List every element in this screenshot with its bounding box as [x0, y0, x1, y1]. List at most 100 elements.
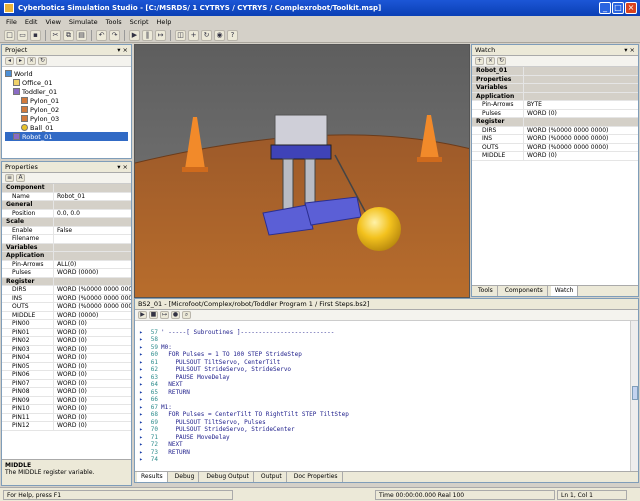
grid-row[interactable]: Application: [2, 252, 131, 261]
delete-icon[interactable]: ×: [27, 57, 36, 65]
grid-row[interactable]: PIN05 WORD (0): [2, 362, 131, 371]
code-line[interactable]: ▸ 58: [135, 336, 630, 344]
tree-item[interactable]: Office_01: [5, 78, 128, 87]
rotate-icon[interactable]: ↻: [201, 29, 212, 41]
grid-row[interactable]: Properties: [472, 75, 638, 84]
grid-row[interactable]: Robot_01: [472, 67, 638, 76]
code-line[interactable]: ▸ 62 PULSOUT StrideServo, StrideServo: [135, 366, 630, 374]
code-line[interactable]: ▸ 67 M1:: [135, 404, 630, 412]
code-line[interactable]: ▸ 57 ' -----[ Subroutines ]---------------…: [135, 329, 630, 337]
redo-icon[interactable]: ↷: [109, 29, 120, 41]
tab-components[interactable]: Components: [501, 286, 548, 296]
grid-row[interactable]: PIN09 WORD (0): [2, 396, 131, 405]
grid-row[interactable]: Variables: [472, 84, 638, 93]
tree-item[interactable]: Ball_01: [5, 123, 128, 132]
tree-item[interactable]: Pylon_01: [5, 96, 128, 105]
grid-row[interactable]: MIDDLE WORD (0): [472, 152, 638, 161]
camera-icon[interactable]: ◉: [214, 29, 225, 41]
code-line[interactable]: ▸ 66: [135, 396, 630, 404]
code-line[interactable]: ▸ 59 M0:: [135, 344, 630, 352]
grid-row[interactable]: PIN10 WORD (0): [2, 405, 131, 414]
paste-icon[interactable]: ▤: [76, 29, 87, 41]
grid-row[interactable]: Position 0.0, 0.0: [2, 209, 131, 218]
simulation-viewport[interactable]: [134, 44, 470, 298]
help-icon[interactable]: ?: [227, 29, 238, 41]
tab-results[interactable]: Results: [137, 472, 168, 482]
grid-row[interactable]: General: [2, 201, 131, 210]
menu-help[interactable]: Help: [157, 18, 172, 26]
code-line[interactable]: ▸ 68 FOR Pulses = CenterTilt TO RightTilt…: [135, 411, 630, 419]
grid-row[interactable]: PIN01 WORD (0): [2, 328, 131, 337]
grid-row[interactable]: Component: [2, 184, 131, 193]
menu-simulate[interactable]: Simulate: [69, 18, 98, 26]
undo-icon[interactable]: ↶: [96, 29, 107, 41]
tree-item[interactable]: World: [5, 69, 128, 78]
code-line[interactable]: ▸ 64 NEXT: [135, 381, 630, 389]
grid-row[interactable]: PIN07 WORD (0): [2, 379, 131, 388]
add-watch-icon[interactable]: +: [475, 57, 484, 65]
menu-script[interactable]: Script: [130, 18, 149, 26]
grid-row[interactable]: INS WORD (%0000 0000 0000): [472, 135, 638, 144]
grid-row[interactable]: DIRS WORD (%0000 0000 0000): [472, 126, 638, 135]
grid-row[interactable]: Pulses WORD (0): [472, 109, 638, 118]
minimize-button[interactable]: _: [599, 2, 611, 14]
run-script-icon[interactable]: ▶: [138, 311, 147, 319]
grid-row[interactable]: Variables: [2, 243, 131, 252]
grid-row[interactable]: OUTS WORD (%0000 0000 0000): [472, 143, 638, 152]
open-icon[interactable]: ▭: [17, 29, 28, 41]
categorized-icon[interactable]: ≡: [5, 174, 14, 182]
code-line[interactable]: ▸ 70 PULSOUT StrideServo, StrideCenter: [135, 426, 630, 434]
grid-row[interactable]: Pulses WORD (0000): [2, 269, 131, 278]
code-line[interactable]: ▸ 74: [135, 456, 630, 464]
forward-icon[interactable]: ▸: [16, 57, 25, 65]
grid-row[interactable]: DIRS WORD (%0000 0000 0000): [2, 286, 131, 295]
code-line[interactable]: ▸ 73 RETURN: [135, 449, 630, 457]
code-line[interactable]: ▸ 65 RETURN: [135, 389, 630, 397]
grid-row[interactable]: PIN08 WORD (0): [2, 388, 131, 397]
tab-doc-properties[interactable]: Doc Properties: [290, 472, 343, 482]
step-icon[interactable]: ↦: [155, 29, 166, 41]
tree-item[interactable]: Pylon_02: [5, 105, 128, 114]
copy-icon[interactable]: ⧉: [63, 29, 74, 41]
code-line[interactable]: [135, 321, 630, 329]
menu-file[interactable]: File: [6, 18, 17, 26]
grid-row[interactable]: OUTS WORD (%0000 0000 0000): [2, 303, 131, 312]
cut-icon[interactable]: ✂: [50, 29, 61, 41]
alphabetical-icon[interactable]: A: [16, 174, 25, 182]
grid-row[interactable]: PIN06 WORD (0): [2, 371, 131, 380]
code-line[interactable]: ▸ 69 PULSOUT TiltServo, Pulses: [135, 419, 630, 427]
stop-icon[interactable]: ■: [149, 311, 158, 319]
remove-watch-icon[interactable]: ×: [486, 57, 495, 65]
save-icon[interactable]: ▪: [30, 29, 41, 41]
grid-row[interactable]: Pin-Arrows ALL(0): [2, 260, 131, 269]
grid-row[interactable]: PIN11 WORD (0): [2, 413, 131, 422]
run-icon[interactable]: ▶: [129, 29, 140, 41]
code-line[interactable]: ▸ 63 PAUSE MoveDelay: [135, 374, 630, 382]
grid-row[interactable]: Application: [472, 92, 638, 101]
refresh-icon[interactable]: ↻: [497, 57, 506, 65]
code-area[interactable]: ▸ 57 ' -----[ Subroutines ]---------------…: [135, 321, 630, 471]
tree-item[interactable]: Robot_01: [5, 132, 128, 141]
grid-row[interactable]: Register: [472, 118, 638, 127]
code-line[interactable]: ▸ 61 PULSOUT TiltServo, CenterTilt: [135, 359, 630, 367]
grid-row[interactable]: Filename: [2, 235, 131, 244]
refresh-icon[interactable]: ↻: [38, 57, 47, 65]
grid-row[interactable]: MIDDLE WORD (0000): [2, 311, 131, 320]
zoom-icon[interactable]: +: [188, 29, 199, 41]
code-line[interactable]: ▸ 71 PAUSE MoveDelay: [135, 434, 630, 442]
pin-icon[interactable]: ▾ ×: [117, 45, 128, 55]
grid-row[interactable]: INS WORD (%0000 0000 0000): [2, 294, 131, 303]
tab-output[interactable]: Output: [257, 472, 287, 482]
grid-row[interactable]: PIN00 WORD (0): [2, 320, 131, 329]
scrollbar-thumb[interactable]: [632, 386, 638, 400]
grid-row[interactable]: Register: [2, 277, 131, 286]
pin-icon[interactable]: ▾ ×: [117, 162, 128, 172]
grid-row[interactable]: Enable False: [2, 226, 131, 235]
menu-view[interactable]: View: [45, 18, 60, 26]
code-line[interactable]: ▸ 60 FOR Pulses = 1 TO 100 STEP StrideSte…: [135, 351, 630, 359]
tab-debug[interactable]: Debug: [171, 472, 200, 482]
tab-watch[interactable]: Watch: [550, 286, 579, 296]
code-line[interactable]: ▸ 72 NEXT: [135, 441, 630, 449]
view-icon[interactable]: ◫: [175, 29, 186, 41]
close-button[interactable]: ×: [625, 2, 637, 14]
